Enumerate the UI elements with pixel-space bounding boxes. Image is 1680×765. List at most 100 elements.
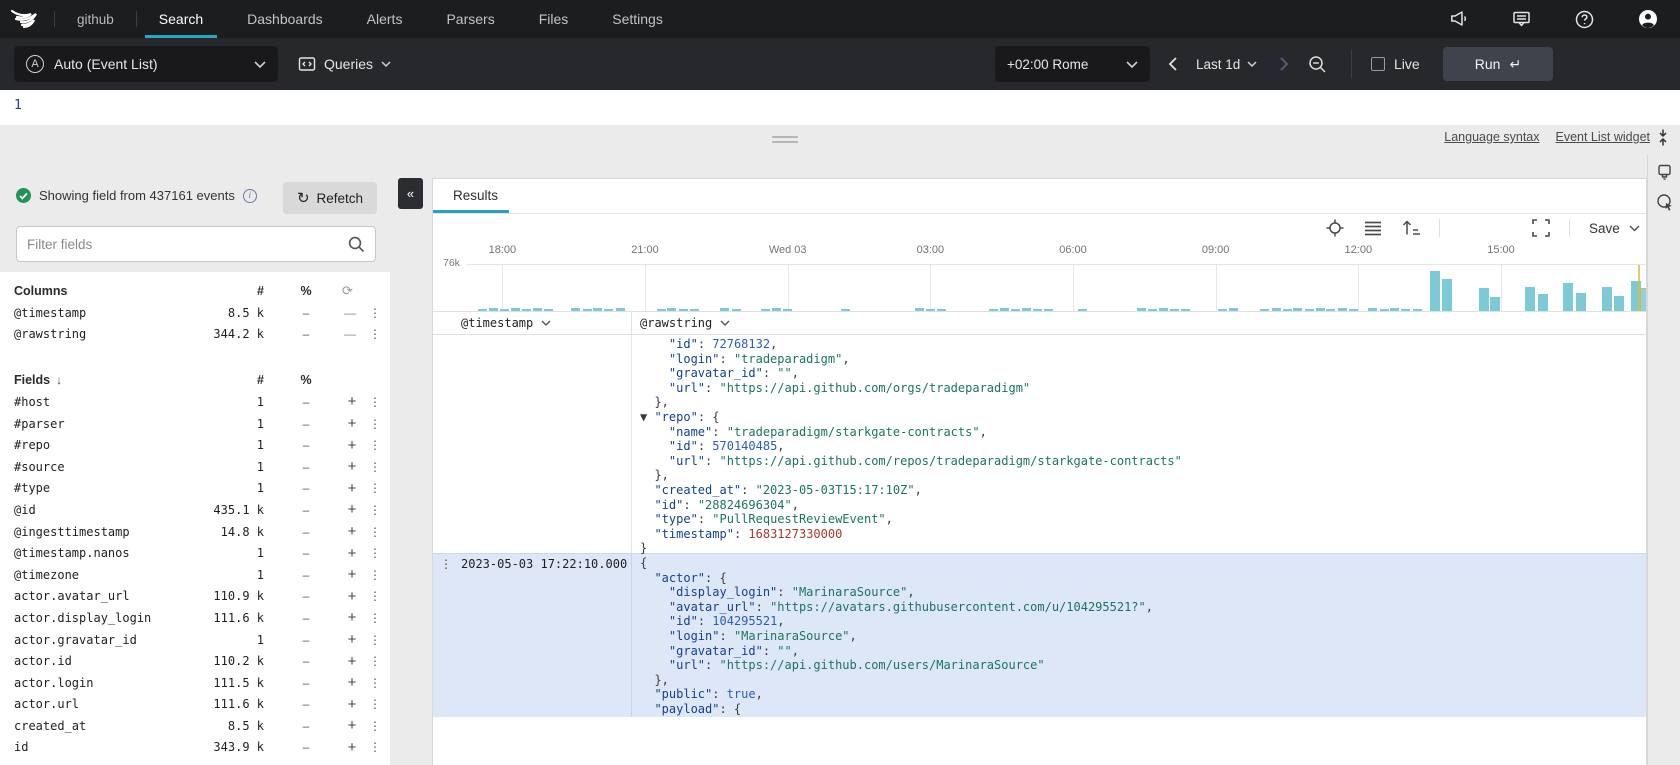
add-column-icon[interactable]: + [344, 674, 360, 691]
search-icon[interactable] [348, 236, 365, 253]
field-row[interactable]: #parser1–+⋮ [0, 413, 390, 435]
crowdstrike-falcon-logo-icon[interactable] [10, 7, 40, 31]
refresh-columns-icon[interactable]: ⟳ [342, 283, 353, 299]
kebab-menu-icon[interactable]: ⋮ [440, 557, 452, 571]
field-row[interactable]: @timezone1–+⋮ [0, 564, 390, 586]
histogram-plot-area[interactable] [467, 264, 1646, 311]
event-row[interactable]: ⋮2023-05-03 17:22:10.000{ "actor": { "di… [433, 553, 1646, 717]
event-row[interactable]: "id": 72768132, "login": "tradeparadigm"… [433, 335, 1646, 553]
sort-descending-icon[interactable]: ↓ [56, 373, 62, 387]
kebab-menu-icon[interactable]: ⋮ [368, 611, 382, 625]
kebab-menu-icon[interactable]: ⋮ [368, 503, 382, 517]
kebab-menu-icon[interactable]: ⋮ [368, 460, 382, 474]
nav-item-parsers[interactable]: Parsers [424, 0, 516, 38]
repository-badge[interactable]: github [55, 12, 136, 27]
collapse-editor-icon[interactable] [1656, 129, 1670, 146]
field-row[interactable]: actor.url111.6 k–+⋮ [0, 694, 390, 716]
field-row[interactable]: #repo1–+⋮ [0, 434, 390, 456]
field-row[interactable]: @timestamp.nanos1–+⋮ [0, 542, 390, 564]
add-column-icon[interactable]: + [344, 609, 360, 626]
wrap-lines-icon[interactable] [1364, 219, 1382, 237]
remove-column-icon[interactable]: — [338, 327, 362, 341]
tab-results[interactable]: Results [453, 188, 498, 203]
nav-item-search[interactable]: Search [137, 0, 225, 38]
help-icon[interactable] [1575, 10, 1594, 29]
query-editor[interactable]: 1 [0, 90, 1680, 125]
field-row[interactable]: created_at8.5 k–+⋮ [0, 715, 390, 737]
feedback-icon[interactable] [1512, 10, 1531, 28]
kebab-menu-icon[interactable]: ⋮ [368, 633, 382, 647]
field-row[interactable]: actor.avatar_url110.9 k–+⋮ [0, 586, 390, 608]
account-icon[interactable] [1638, 9, 1658, 29]
kebab-menu-icon[interactable]: ⋮ [368, 525, 382, 539]
field-row[interactable]: actor.id110.2 k–+⋮ [0, 650, 390, 672]
announcements-icon[interactable] [1449, 10, 1468, 28]
add-column-icon[interactable]: + [344, 739, 360, 756]
add-column-icon[interactable]: + [344, 653, 360, 670]
filter-fields-input[interactable] [27, 237, 348, 252]
field-row[interactable]: #host1–+⋮ [0, 391, 390, 413]
field-row[interactable]: #type1–+⋮ [0, 478, 390, 500]
crosshair-icon[interactable] [1326, 219, 1344, 237]
timestamp-column-header[interactable]: @timestamp [455, 312, 631, 334]
fullscreen-icon[interactable] [1532, 219, 1550, 237]
add-column-icon[interactable]: + [344, 717, 360, 734]
add-column-icon[interactable]: + [344, 480, 360, 497]
refetch-button[interactable]: ↻ Refetch [283, 182, 377, 214]
zoom-out-icon[interactable] [1308, 46, 1327, 82]
kebab-menu-icon[interactable]: ⋮ [368, 481, 382, 495]
add-column-icon[interactable]: + [344, 631, 360, 648]
language-syntax-link[interactable]: Language syntax [1444, 130, 1539, 144]
timezone-selector[interactable]: +02:00 Rome [995, 46, 1150, 82]
rawstring-column-header[interactable]: @rawstring [631, 312, 1646, 334]
queries-dropdown[interactable]: Queries [298, 46, 391, 82]
kebab-menu-icon[interactable]: ⋮ [368, 568, 382, 582]
time-back-arrow[interactable] [1168, 46, 1177, 82]
save-dropdown[interactable]: Save [1589, 221, 1640, 236]
add-column-icon[interactable]: + [344, 458, 360, 475]
field-row[interactable]: @id435.1 k–+⋮ [0, 499, 390, 521]
time-range-dropdown[interactable]: Last 1d [1196, 46, 1257, 82]
field-row[interactable]: @rawstring344.2 k–—⋮ [0, 324, 390, 346]
event-list-widget-link[interactable]: Event List widget [1556, 130, 1651, 144]
sort-ascending-icon[interactable] [1402, 219, 1421, 237]
field-row[interactable]: #source1–+⋮ [0, 456, 390, 478]
interaction-target-icon[interactable] [1656, 193, 1674, 211]
collapse-sidebar-button[interactable]: « [398, 178, 423, 209]
kebab-menu-icon[interactable]: ⋮ [368, 740, 382, 754]
field-row[interactable]: @timestamp8.5 k–—⋮ [0, 302, 390, 324]
kebab-menu-icon[interactable]: ⋮ [368, 438, 382, 452]
add-column-icon[interactable]: + [344, 501, 360, 518]
kebab-menu-icon[interactable]: ⋮ [368, 417, 382, 431]
add-column-icon[interactable]: + [344, 588, 360, 605]
live-checkbox[interactable]: Live [1371, 46, 1420, 82]
display-options-icon[interactable] [1656, 163, 1673, 181]
field-row[interactable]: actor.display_login111.6 k–+⋮ [0, 607, 390, 629]
kebab-menu-icon[interactable]: ⋮ [368, 306, 382, 320]
field-row[interactable]: id343.9 k–+⋮ [0, 737, 390, 759]
info-icon[interactable]: i [243, 189, 257, 203]
field-row[interactable]: actor.login111.5 k–+⋮ [0, 672, 390, 694]
kebab-menu-icon[interactable]: ⋮ [368, 676, 382, 690]
kebab-menu-icon[interactable]: ⋮ [368, 395, 382, 409]
add-column-icon[interactable]: + [344, 437, 360, 454]
kebab-menu-icon[interactable]: ⋮ [368, 697, 382, 711]
kebab-menu-icon[interactable]: ⋮ [368, 546, 382, 560]
kebab-menu-icon[interactable]: ⋮ [368, 719, 382, 733]
add-column-icon[interactable]: + [344, 523, 360, 540]
remove-column-icon[interactable]: — [338, 306, 362, 320]
nav-item-settings[interactable]: Settings [590, 0, 685, 38]
field-row[interactable]: actor.gravatar_id1–+⋮ [0, 629, 390, 651]
time-forward-arrow[interactable] [1280, 46, 1289, 82]
run-button[interactable]: Run ↵ [1443, 47, 1553, 81]
add-column-icon[interactable]: + [344, 415, 360, 432]
kebab-menu-icon[interactable]: ⋮ [368, 327, 382, 341]
view-selector-dropdown[interactable]: A Auto (Event List) [14, 46, 278, 82]
add-column-icon[interactable]: + [344, 393, 360, 410]
kebab-menu-icon[interactable]: ⋮ [368, 589, 382, 603]
add-column-icon[interactable]: + [344, 545, 360, 562]
nav-item-files[interactable]: Files [517, 0, 591, 38]
add-column-icon[interactable]: + [344, 696, 360, 713]
resize-handle[interactable] [772, 136, 798, 143]
nav-item-dashboards[interactable]: Dashboards [225, 0, 345, 38]
